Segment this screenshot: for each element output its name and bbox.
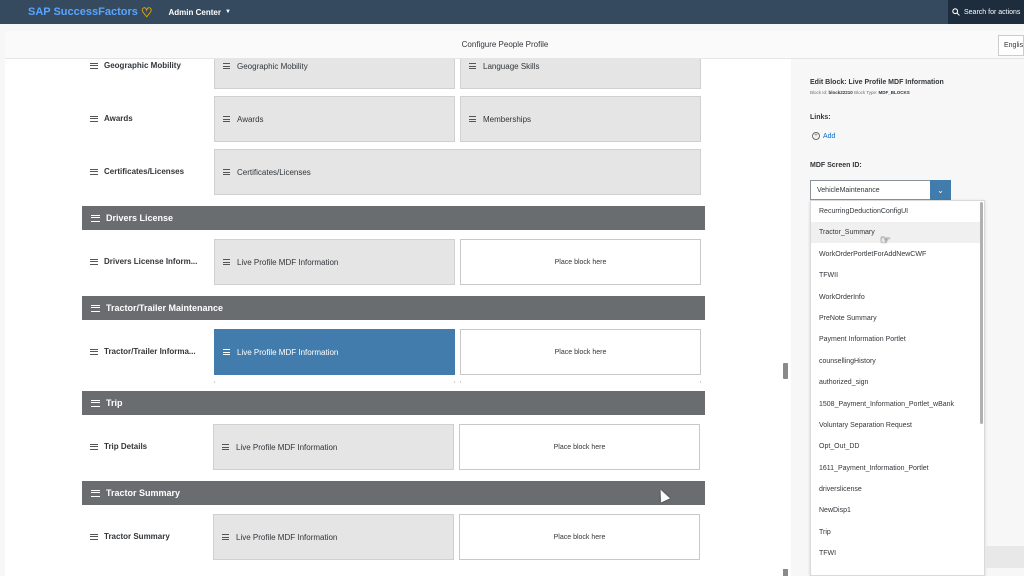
- drag-handle-icon: [91, 489, 100, 497]
- placeholder-drop-zone[interactable]: Place block here: [459, 514, 700, 560]
- dropdown-option[interactable]: authorized_sign: [811, 372, 981, 393]
- dropdown-option[interactable]: Trip: [811, 522, 981, 543]
- block-certificates-licenses[interactable]: Certificates/Licenses: [214, 149, 701, 195]
- action-search[interactable]: Search for actions: [948, 0, 1024, 24]
- block-awards[interactable]: Awards: [214, 96, 455, 142]
- mdf-screen-id-value: VehicleMaintenance: [817, 186, 880, 194]
- row-label-geographic-mobility[interactable]: Geographic Mobility: [90, 61, 181, 70]
- dropdown-option[interactable]: Voluntary Separation Request: [811, 415, 981, 436]
- dropdown-option[interactable]: Payment Information Portlet: [811, 329, 981, 350]
- brand-name: SAP SuccessFactors: [28, 6, 138, 18]
- drag-handle-icon: [91, 214, 100, 222]
- page-header: Configure People Profile English: [5, 31, 1024, 59]
- caret-down-icon: ▼: [224, 9, 231, 15]
- drag-handle-icon: [222, 444, 229, 450]
- section-drivers-license[interactable]: Drivers License: [82, 206, 705, 230]
- shell-bar: SAP SuccessFactors ♡ Admin Center ▼ Sear…: [0, 0, 1024, 24]
- block-geographic-mobility[interactable]: Geographic Mobility: [214, 59, 455, 89]
- main-scrollbar-thumb-bottom[interactable]: [783, 569, 788, 576]
- profile-layout-canvas: Geographic Mobility Geographic Mobility …: [5, 59, 791, 576]
- dropdown-scrollbar-thumb[interactable]: [980, 202, 983, 424]
- section-tractor-trailer-maintenance[interactable]: Tractor/Trailer Maintenance: [82, 296, 705, 320]
- drag-handle-icon: [469, 116, 476, 122]
- block-edge: [214, 381, 455, 383]
- heart-icon: ♡: [140, 4, 153, 20]
- row-label-tractor-trailer[interactable]: Tractor/Trailer Informa...: [90, 347, 196, 356]
- dropdown-option[interactable]: PreNote Summary: [811, 308, 981, 329]
- drag-handle-icon: [223, 169, 230, 175]
- row-label-tractor-summary[interactable]: Tractor Summary: [90, 532, 170, 541]
- block-live-profile-mdf-trip[interactable]: Live Profile MDF Information: [213, 424, 454, 470]
- row-label-awards[interactable]: Awards: [90, 114, 133, 123]
- dropdown-option[interactable]: WorkOrderPortletForAddNewCWF: [811, 244, 981, 265]
- placeholder-drop-zone[interactable]: Place block here: [459, 424, 700, 470]
- block-meta: Block Id: block22210 Block Type: MDF_BLO…: [810, 90, 910, 95]
- drag-handle-icon: [90, 168, 98, 175]
- block-live-profile-mdf-tractor-trailer-selected[interactable]: Live Profile MDF Information: [214, 329, 455, 375]
- drag-handle-icon: [223, 259, 230, 265]
- edit-block-title: Edit Block: Live Profile MDF Information: [810, 79, 944, 86]
- page-title: Configure People Profile: [461, 40, 549, 49]
- panel-footer: [985, 546, 1024, 568]
- section-tractor-summary[interactable]: Tractor Summary: [82, 481, 705, 505]
- admin-center-menu[interactable]: Admin Center ▼: [169, 8, 231, 17]
- block-live-profile-mdf-drivers[interactable]: Live Profile MDF Information: [214, 239, 455, 285]
- dropdown-option[interactable]: NewDisp1: [811, 500, 981, 521]
- drag-handle-icon: [223, 63, 230, 69]
- dropdown-option[interactable]: counsellingHistory: [811, 351, 981, 372]
- drag-handle-icon: [90, 62, 98, 69]
- block-memberships[interactable]: Memberships: [460, 96, 701, 142]
- drag-handle-icon: [90, 348, 98, 355]
- placeholder-drop-zone[interactable]: Place block here: [460, 239, 701, 285]
- search-icon: [952, 8, 960, 16]
- drag-handle-icon: [90, 115, 98, 122]
- dropdown-option[interactable]: RecurringDeductionConfigUI: [811, 201, 981, 222]
- placeholder-drop-zone[interactable]: Place block here: [460, 329, 701, 375]
- dropdown-option[interactable]: Opt_Out_DD: [811, 436, 981, 457]
- plus-circle-icon: +: [812, 132, 820, 140]
- drag-handle-icon: [91, 304, 100, 312]
- block-language-skills[interactable]: Language Skills: [460, 59, 701, 89]
- drag-handle-icon: [90, 443, 98, 450]
- row-label-certificates[interactable]: Certificates/Licenses: [90, 167, 184, 176]
- links-label: Links:: [810, 114, 831, 121]
- language-selector[interactable]: English: [998, 35, 1024, 56]
- dropdown-option[interactable]: driverslicense: [811, 479, 981, 500]
- mdf-screen-id-dropdown: RecurringDeductionConfigUI Tractor_Summa…: [810, 200, 985, 576]
- main-scrollbar-thumb[interactable]: [783, 363, 788, 379]
- dropdown-option[interactable]: TFWI: [811, 543, 981, 564]
- chevron-down-icon[interactable]: ⌄: [930, 180, 951, 200]
- mdf-screen-id-label: MDF Screen ID:: [810, 162, 862, 169]
- dropdown-option[interactable]: TFWII: [811, 265, 981, 286]
- row-label-drivers-license[interactable]: Drivers License Inform...: [90, 257, 197, 266]
- drag-handle-icon: [223, 116, 230, 122]
- search-placeholder: Search for actions: [964, 8, 1021, 16]
- block-live-profile-mdf-tractor-summary[interactable]: Live Profile MDF Information: [213, 514, 454, 560]
- brand-logo[interactable]: SAP SuccessFactors ♡: [28, 6, 153, 19]
- add-link-button[interactable]: + Add: [812, 132, 835, 140]
- dropdown-option-hovered[interactable]: Tractor_Summary: [811, 222, 981, 243]
- admin-center-label: Admin Center: [168, 7, 221, 17]
- drag-handle-icon: [91, 399, 100, 407]
- dropdown-option[interactable]: WorkOrderInfo: [811, 287, 981, 308]
- mdf-screen-id-select[interactable]: VehicleMaintenance ⌄: [810, 180, 951, 200]
- hand-cursor-icon: ☞: [880, 233, 891, 247]
- drag-handle-icon: [90, 533, 98, 540]
- edit-block-panel: Edit Block: Live Profile MDF Information…: [791, 59, 1024, 576]
- block-edge: [460, 381, 701, 383]
- section-trip[interactable]: Trip: [82, 391, 705, 415]
- drag-handle-icon: [222, 534, 229, 540]
- drag-handle-icon: [223, 349, 230, 355]
- drag-handle-icon: [469, 63, 476, 69]
- dropdown-option[interactable]: 1508_Payment_Information_Portlet_wBank: [811, 394, 981, 415]
- drag-handle-icon: [90, 258, 98, 265]
- dropdown-option[interactable]: 1611_Payment_Information_Portlet: [811, 458, 981, 479]
- row-label-trip-details[interactable]: Trip Details: [90, 442, 147, 451]
